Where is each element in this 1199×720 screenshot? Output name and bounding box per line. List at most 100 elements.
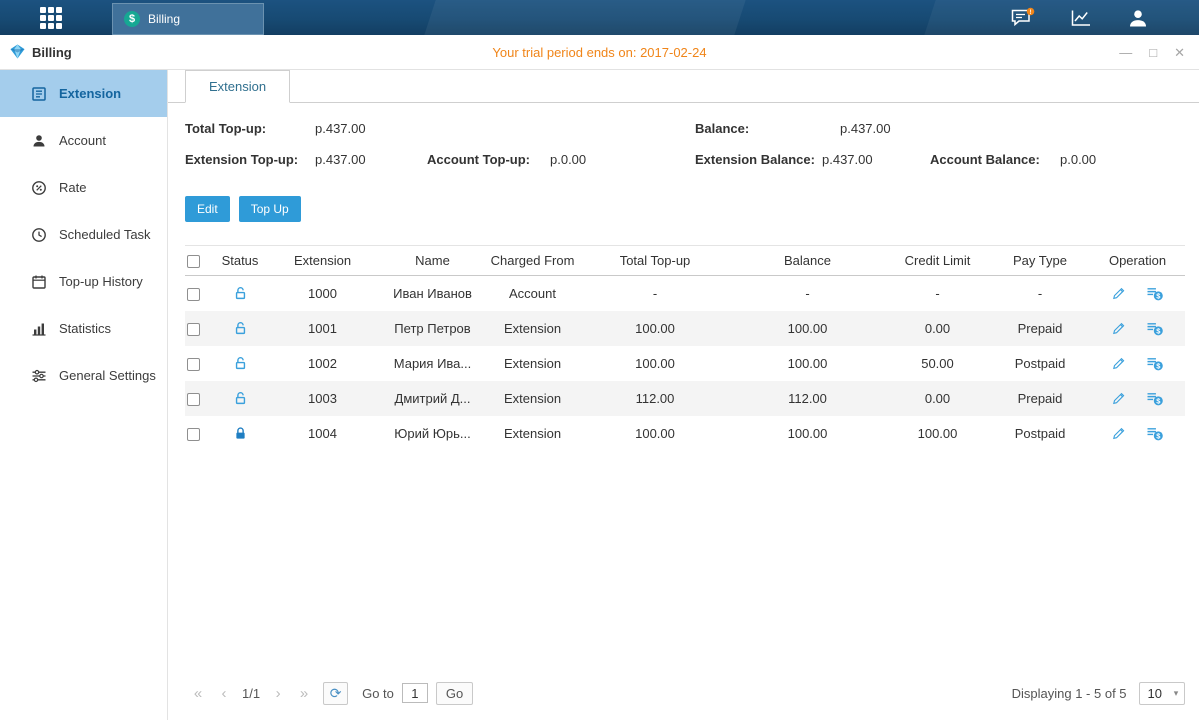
page-size-select[interactable]: 10 ▾ bbox=[1139, 682, 1185, 705]
extension-table: StatusExtensionNameCharged FromTotal Top… bbox=[185, 245, 1185, 451]
edit-icon[interactable] bbox=[1111, 321, 1126, 336]
tab-extension[interactable]: Extension bbox=[185, 70, 290, 103]
top-up-icon[interactable]: $ bbox=[1146, 286, 1164, 301]
charged-from-cell: Extension bbox=[485, 416, 580, 451]
next-page-button[interactable]: › bbox=[265, 685, 291, 702]
sidebar-item-extension[interactable]: Extension bbox=[0, 70, 167, 117]
edit-icon[interactable] bbox=[1111, 286, 1126, 301]
column-header-status[interactable]: Status bbox=[215, 246, 265, 276]
sidebar-item-top-up-history[interactable]: Top-up History bbox=[0, 258, 167, 305]
topbar-tab-billing[interactable]: $ Billing bbox=[112, 3, 264, 35]
extension-cell: 1002 bbox=[265, 346, 380, 381]
sidebar-item-account[interactable]: Account bbox=[0, 117, 167, 164]
topbar-right: ! bbox=[1009, 0, 1149, 35]
column-header-charged-from[interactable]: Charged From bbox=[485, 246, 580, 276]
messages-icon[interactable]: ! bbox=[1009, 7, 1035, 29]
row-checkbox[interactable] bbox=[187, 358, 200, 371]
prev-page-button[interactable]: ‹ bbox=[211, 685, 237, 702]
lock-closed-icon[interactable] bbox=[233, 426, 248, 441]
credit-limit-cell: 0.00 bbox=[885, 381, 990, 416]
summary-value: p.437.00 bbox=[315, 121, 366, 136]
edit-icon[interactable] bbox=[1111, 356, 1126, 371]
scheduled-task-icon bbox=[31, 227, 47, 243]
lock-open-icon[interactable] bbox=[233, 356, 248, 371]
edit-icon[interactable] bbox=[1111, 391, 1126, 406]
pay-type-cell: Prepaid bbox=[990, 311, 1090, 346]
column-header-pay-type[interactable]: Pay Type bbox=[990, 246, 1090, 276]
sidebar: ExtensionAccount Rate Scheduled TaskTop-up… bbox=[0, 70, 168, 720]
summary-label: Extension Top-up: bbox=[185, 152, 298, 167]
total-topup-cell: 100.00 bbox=[580, 416, 730, 451]
top-up-icon[interactable]: $ bbox=[1146, 321, 1164, 336]
close-button[interactable]: ✕ bbox=[1174, 46, 1185, 59]
credit-limit-cell: - bbox=[885, 276, 990, 311]
charged-from-cell: Extension bbox=[485, 381, 580, 416]
main-content: Extension Total Top-up: p.437.00 Balance… bbox=[168, 70, 1199, 720]
column-header-extension[interactable]: Extension bbox=[265, 246, 380, 276]
edit-icon[interactable] bbox=[1111, 426, 1126, 441]
select-all-checkbox[interactable] bbox=[187, 255, 200, 268]
balance-cell: - bbox=[730, 276, 885, 311]
tabbar: Extension bbox=[168, 70, 1199, 103]
top-up-icon[interactable]: $ bbox=[1146, 426, 1164, 441]
lock-open-icon[interactable] bbox=[233, 286, 248, 301]
column-header-operation[interactable]: Operation bbox=[1090, 246, 1185, 276]
summary-label: Extension Balance: bbox=[695, 152, 815, 167]
row-checkbox[interactable] bbox=[187, 393, 200, 406]
topbar-tab-label: Billing bbox=[148, 12, 180, 26]
statistics-icon bbox=[31, 321, 47, 337]
sidebar-item-scheduled-task[interactable]: Scheduled Task bbox=[0, 211, 167, 258]
refresh-button[interactable]: ⟳ bbox=[323, 682, 348, 705]
top-up-icon[interactable]: $ bbox=[1146, 356, 1164, 371]
row-checkbox[interactable] bbox=[187, 323, 200, 336]
balance-cell: 112.00 bbox=[730, 381, 885, 416]
lock-open-icon[interactable] bbox=[233, 391, 248, 406]
sidebar-item-statistics[interactable]: Statistics bbox=[0, 305, 167, 352]
last-page-button[interactable]: » bbox=[291, 685, 317, 702]
first-page-button[interactable]: « bbox=[185, 685, 211, 702]
sidebar-item-label: Rate bbox=[59, 180, 86, 195]
table-row: 1002Мария Ива...Extension100.00100.0050.… bbox=[185, 346, 1185, 381]
topbar: $ Billing ! bbox=[0, 0, 1199, 35]
column-header-credit-limit[interactable]: Credit Limit bbox=[885, 246, 990, 276]
total-topup-cell: 112.00 bbox=[580, 381, 730, 416]
summary-label: Account Top-up: bbox=[427, 152, 530, 167]
summary-value: p.437.00 bbox=[315, 152, 366, 167]
user-icon[interactable] bbox=[1127, 8, 1149, 28]
go-button[interactable]: Go bbox=[436, 682, 473, 705]
window-title: Billing bbox=[32, 45, 72, 60]
apps-grid-icon[interactable] bbox=[40, 7, 62, 29]
column-header-name[interactable]: Name bbox=[380, 246, 485, 276]
trial-notice: Your trial period ends on: 2017-02-24 bbox=[0, 35, 1199, 70]
summary-label: Account Balance: bbox=[930, 152, 1040, 167]
row-checkbox[interactable] bbox=[187, 288, 200, 301]
pay-type-cell: - bbox=[990, 276, 1090, 311]
balance-cell: 100.00 bbox=[730, 416, 885, 451]
sidebar-item-general-settings[interactable]: General Settings bbox=[0, 352, 167, 399]
svg-text:!: ! bbox=[1030, 10, 1032, 16]
top-up-icon[interactable]: $ bbox=[1146, 391, 1164, 406]
column-header-balance[interactable]: Balance bbox=[730, 246, 885, 276]
extension-cell: 1003 bbox=[265, 381, 380, 416]
extension-icon bbox=[31, 86, 47, 102]
billing-app-logo-icon bbox=[10, 44, 25, 62]
minimize-button[interactable]: — bbox=[1119, 46, 1132, 59]
account-icon bbox=[31, 133, 47, 149]
maximize-button[interactable]: □ bbox=[1149, 46, 1157, 59]
sidebar-item-rate[interactable]: Rate bbox=[0, 164, 167, 211]
goto-label: Go to bbox=[362, 686, 394, 701]
column-header-total-top-up[interactable]: Total Top-up bbox=[580, 246, 730, 276]
top-up-button[interactable]: Top Up bbox=[239, 196, 301, 222]
pay-type-cell: Prepaid bbox=[990, 381, 1090, 416]
lock-open-icon[interactable] bbox=[233, 321, 248, 336]
total-topup-cell: - bbox=[580, 276, 730, 311]
edit-button[interactable]: Edit bbox=[185, 196, 230, 222]
charged-from-cell: Account bbox=[485, 276, 580, 311]
extension-cell: 1000 bbox=[265, 276, 380, 311]
goto-page-input[interactable] bbox=[402, 683, 428, 703]
rate-icon bbox=[31, 180, 47, 196]
row-checkbox[interactable] bbox=[187, 428, 200, 441]
sidebar-item-label: Statistics bbox=[59, 321, 111, 336]
balance-cell: 100.00 bbox=[730, 311, 885, 346]
resource-monitor-icon[interactable] bbox=[1069, 8, 1093, 28]
